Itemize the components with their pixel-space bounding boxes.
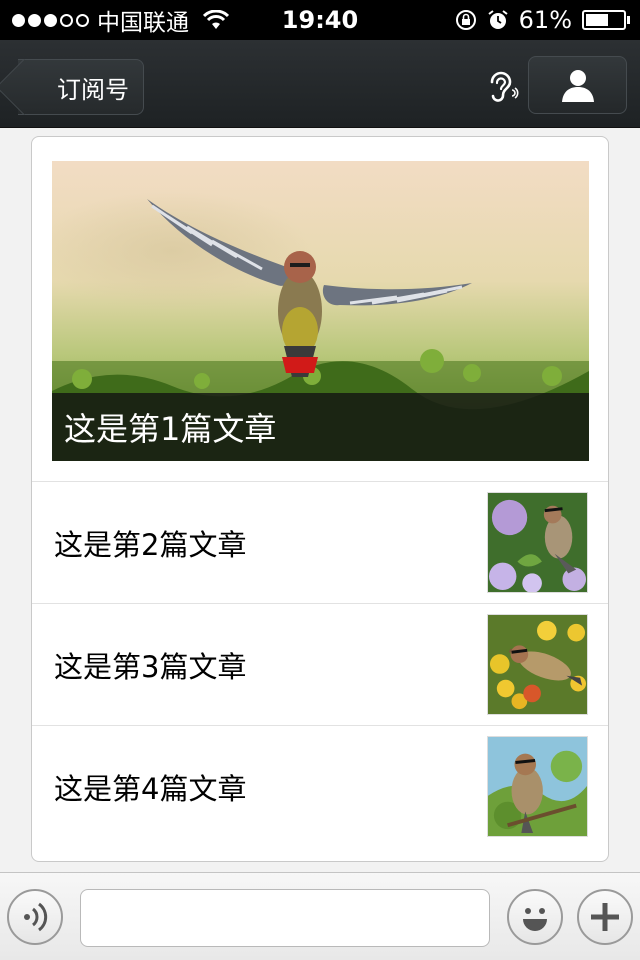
article-title: 这是第3篇文章 [54, 649, 247, 684]
featured-article[interactable]: 这是第1篇文章 [52, 161, 589, 461]
person-icon [561, 70, 594, 102]
article-card: 这是第1篇文章 这是第2篇文章 这是第3篇文章 这是第4篇文章 [31, 136, 609, 862]
signal-strength-icon [12, 13, 89, 27]
more-button[interactable] [577, 889, 633, 945]
voice-icon [24, 902, 48, 932]
wifi-icon [203, 10, 229, 29]
plus-icon [591, 903, 619, 931]
article-item[interactable]: 这是第2篇文章 [32, 482, 608, 603]
voice-button[interactable] [7, 889, 63, 945]
signal-dot [28, 13, 41, 27]
signal-dot [44, 13, 57, 27]
smiley-icon [523, 908, 547, 931]
featured-article-title: 这是第1篇文章 [52, 393, 589, 461]
article-item[interactable]: 这是第3篇文章 [32, 604, 608, 725]
navigation-bar: 订阅号 [0, 40, 640, 128]
waxwing-with-fruit-thumbnail [487, 614, 588, 715]
status-right: 61% [455, 6, 630, 34]
status-left: 中国联通 [12, 3, 229, 37]
carrier-name: 中国联通 [97, 10, 189, 36]
chevron-left-icon [0, 58, 53, 116]
message-input[interactable] [80, 889, 490, 947]
signal-dot [76, 13, 89, 27]
article-item[interactable]: 这是第4篇文章 [32, 726, 608, 847]
rotation-lock-icon [455, 10, 476, 30]
chat-input-toolbar [0, 872, 640, 960]
signal-dot [12, 13, 25, 27]
waxwing-on-branch-thumbnail [487, 736, 588, 837]
emoji-button[interactable] [507, 889, 563, 945]
back-button[interactable]: 订阅号 [0, 58, 144, 116]
waxwing-on-flowers-thumbnail [487, 492, 588, 593]
profile-button[interactable] [528, 56, 627, 114]
back-button-label: 订阅号 [57, 75, 129, 104]
signal-dot [60, 13, 73, 27]
status-bar: 中国联通 19:40 61% [0, 0, 640, 40]
battery-fill [586, 14, 608, 26]
ear-icon[interactable] [486, 68, 520, 104]
article-title: 这是第2篇文章 [54, 527, 247, 562]
battery-percent: 61% [518, 6, 572, 34]
alarm-icon [488, 10, 508, 29]
article-title: 这是第4篇文章 [54, 771, 247, 806]
battery-icon [582, 10, 630, 30]
